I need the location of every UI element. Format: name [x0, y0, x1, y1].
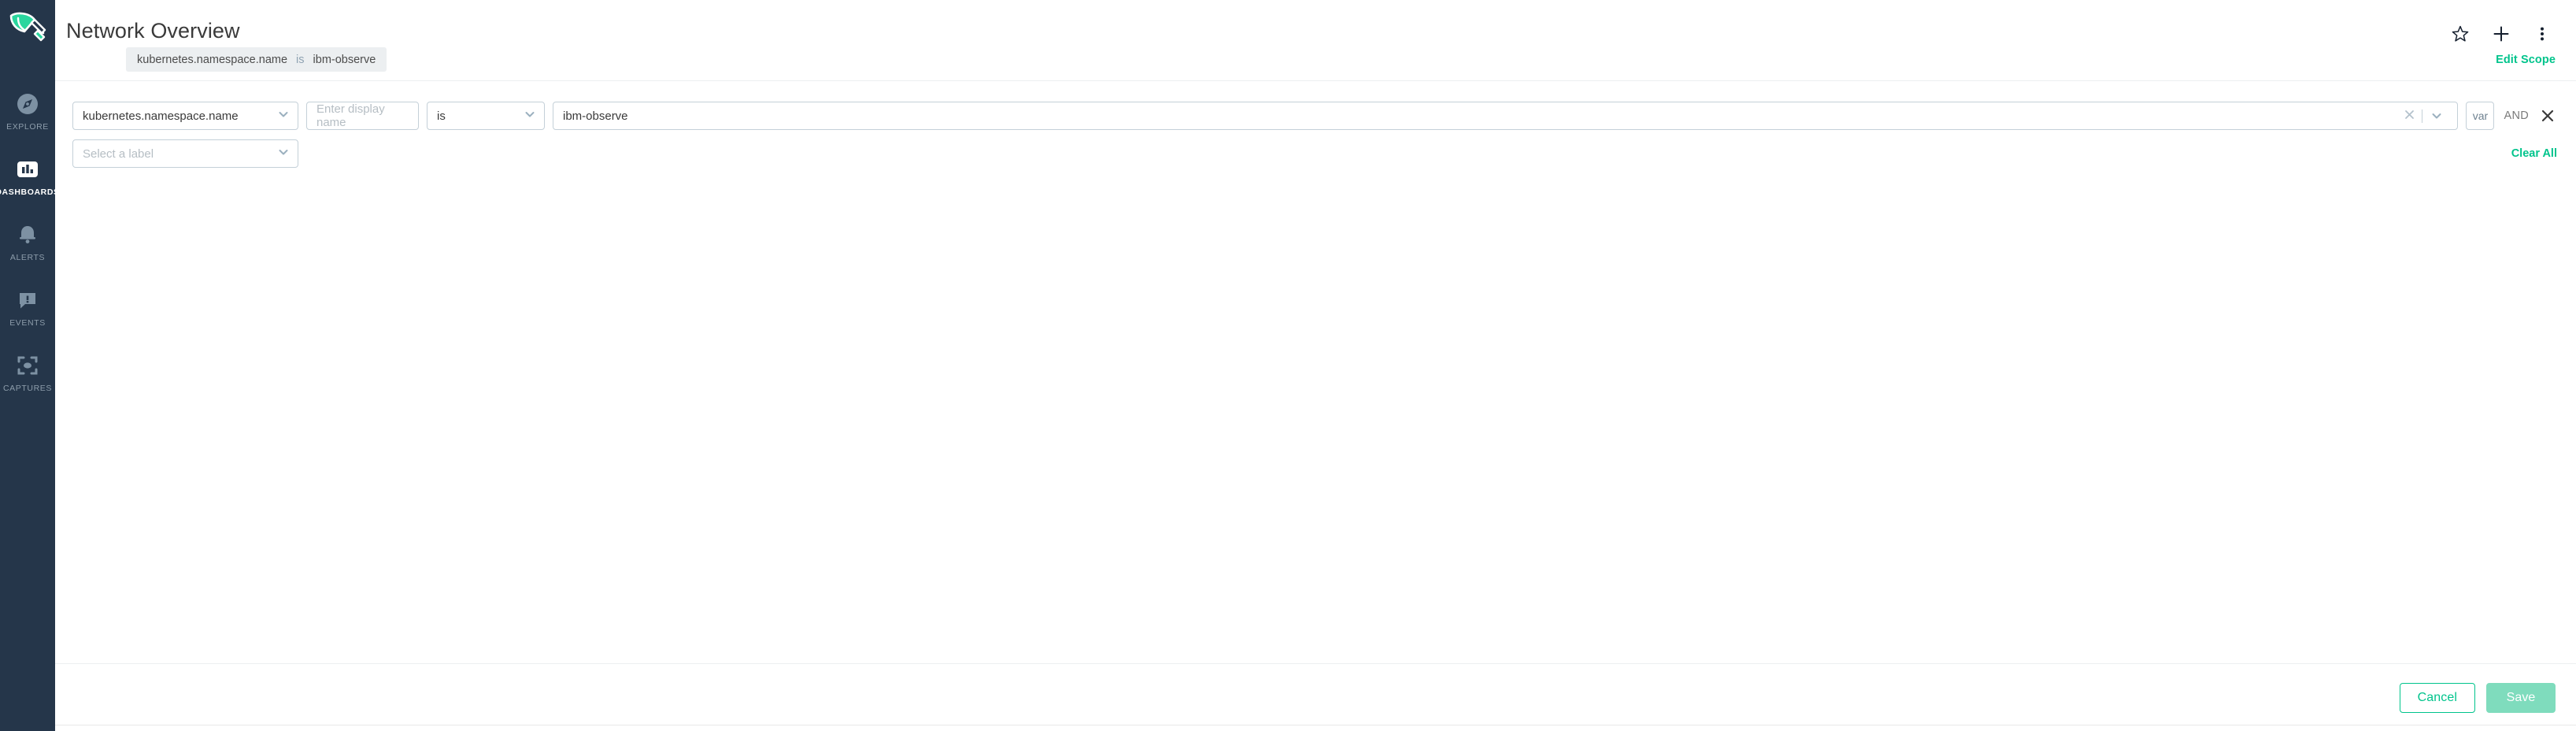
title-block: Network Overview	[66, 17, 240, 44]
page-bottom-cutoff	[55, 725, 2576, 731]
panel-footer: Cancel Save	[55, 663, 2576, 731]
sidebar-item-label: DASHBOARDS	[0, 187, 60, 197]
filter-value-text: ibm-observe	[563, 109, 628, 123]
sidebar-item-label: CAPTURES	[3, 383, 52, 393]
filter-value-actions	[2397, 109, 2448, 123]
sidebar-item-label: EVENTS	[9, 317, 46, 328]
save-button[interactable]: Save	[2486, 682, 2556, 713]
app-root: EXPLORE DASHBOARDS ALERTS EVENTS CAPTURE…	[0, 0, 2576, 731]
scope-filter-panel: kubernetes.namespace.name Enter display …	[55, 81, 2576, 663]
chevron-down-icon[interactable]	[2422, 109, 2448, 122]
clear-all-link[interactable]: Clear All	[2511, 147, 2557, 160]
remove-filter-row-close-icon[interactable]	[2538, 108, 2557, 124]
sidebar-item-alerts[interactable]: ALERTS	[0, 210, 55, 274]
sidebar-item-captures[interactable]: CAPTURES	[0, 340, 55, 405]
display-name-placeholder: Enter display name	[316, 102, 385, 129]
scope-chip-operator: is	[296, 53, 305, 66]
clear-x-icon[interactable]	[2397, 109, 2422, 123]
variable-toggle-label: var	[2472, 109, 2489, 122]
logic-operator-label: AND	[2504, 109, 2529, 122]
capture-frame-icon	[16, 353, 39, 378]
add-filter-row: Select a label Clear All	[72, 139, 2557, 168]
variable-toggle-button[interactable]: var	[2466, 102, 2495, 130]
header-actions	[2448, 17, 2557, 46]
sysdig-trowel-logo-icon	[9, 12, 46, 42]
filter-operator-select[interactable]: is	[427, 102, 545, 130]
filter-key-value: kubernetes.namespace.name	[83, 109, 239, 123]
sidebar-item-label: EXPLORE	[6, 121, 49, 132]
label-select-placeholder: Select a label	[83, 147, 154, 161]
page-title: Network Overview	[66, 19, 240, 43]
filter-key-select[interactable]: kubernetes.namespace.name	[72, 102, 298, 130]
cancel-button[interactable]: Cancel	[2399, 682, 2475, 713]
sidebar-item-dashboards[interactable]: DASHBOARDS	[0, 144, 59, 209]
compass-icon	[16, 91, 39, 117]
chevron-down-icon	[277, 108, 290, 124]
edit-scope-link[interactable]: Edit Scope	[2496, 54, 2556, 66]
filter-row: kubernetes.namespace.name Enter display …	[72, 102, 2557, 130]
scope-chip-value: ibm-observe	[313, 53, 376, 66]
filter-value-combobox[interactable]: ibm-observe	[553, 102, 2459, 130]
chevron-down-icon	[524, 108, 536, 124]
bell-icon	[16, 222, 39, 247]
scope-row: kubernetes.namespace.name is ibm-observe…	[126, 47, 2557, 72]
sidebar-item-explore[interactable]: EXPLORE	[0, 79, 55, 143]
chevron-down-icon	[277, 146, 290, 161]
bar-chart-icon	[16, 157, 39, 182]
main-content: Network Overview kubernetes.namespace.na…	[55, 0, 2576, 731]
sidebar-item-events[interactable]: EVENTS	[0, 275, 55, 340]
plus-icon[interactable]	[2489, 22, 2513, 46]
kebab-menu-icon[interactable]	[2530, 22, 2554, 46]
page-header: Network Overview kubernetes.namespace.na…	[55, 0, 2576, 81]
speech-bubble-alert-icon	[16, 288, 39, 313]
label-select[interactable]: Select a label	[72, 139, 298, 168]
scope-chip-key: kubernetes.namespace.name	[137, 53, 288, 66]
sidebar-item-label: ALERTS	[9, 252, 46, 262]
primary-sidebar: EXPLORE DASHBOARDS ALERTS EVENTS CAPTURE…	[0, 0, 59, 731]
scope-chip[interactable]: kubernetes.namespace.name is ibm-observe	[126, 47, 387, 72]
display-name-input[interactable]: Enter display name	[306, 102, 419, 130]
favorite-star-icon[interactable]	[2448, 22, 2472, 46]
sidebar-nav-list: EXPLORE DASHBOARDS ALERTS EVENTS CAPTURE…	[0, 79, 59, 406]
filter-operator-value: is	[437, 109, 446, 123]
sysdig-trowel-logo[interactable]	[0, 3, 55, 55]
